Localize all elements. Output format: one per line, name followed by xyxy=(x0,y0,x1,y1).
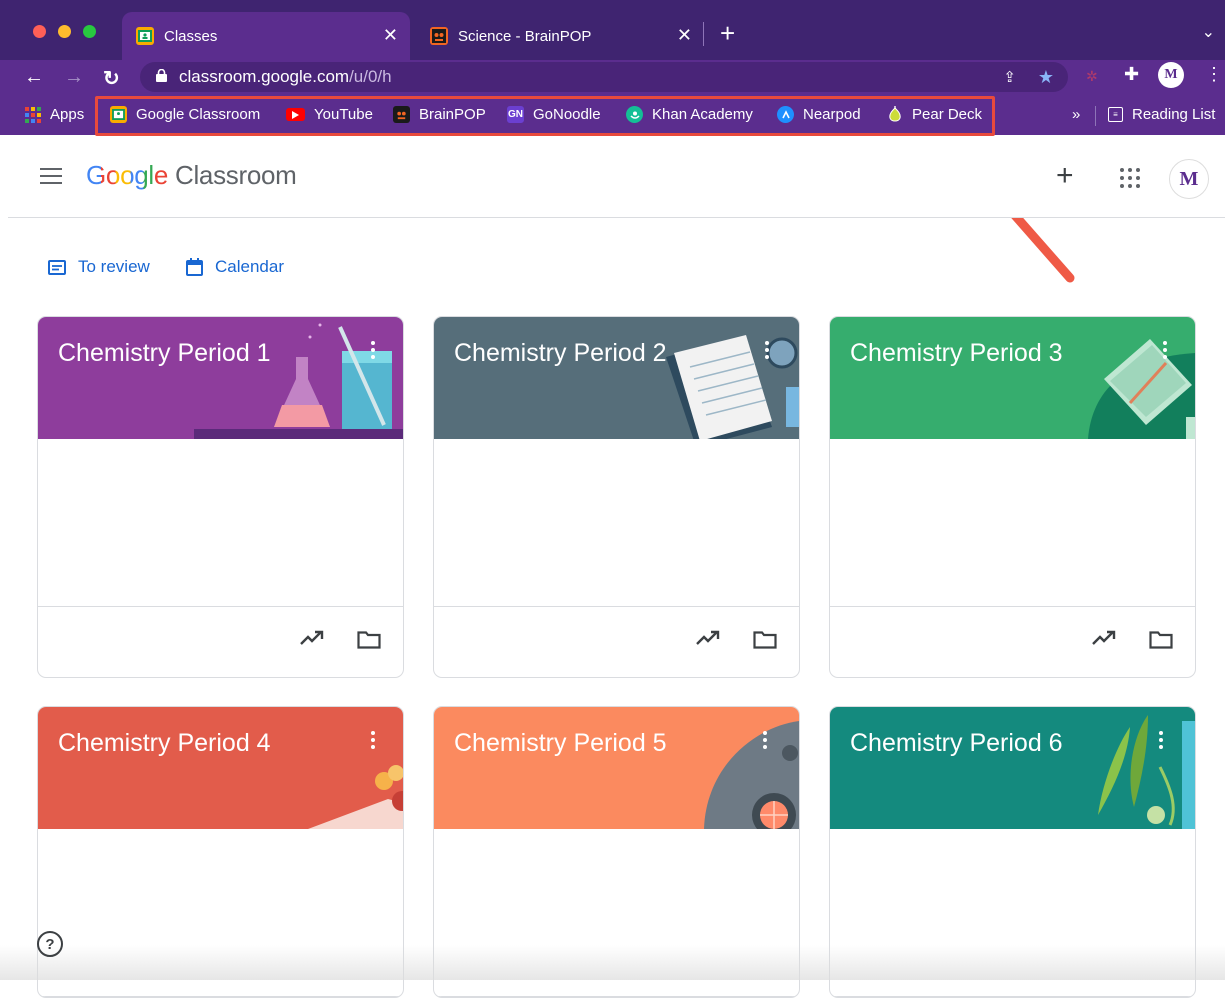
class-options-icon[interactable] xyxy=(1159,731,1163,752)
main-menu-icon[interactable] xyxy=(40,168,62,189)
puzzle-extensions-icon[interactable]: ✚ xyxy=(1124,64,1139,85)
class-card[interactable]: Chemistry Period 1 xyxy=(37,316,404,678)
calendar-icon xyxy=(186,258,203,276)
address-bar[interactable]: classroom.google.com/u/0/h ⇪ ★ xyxy=(140,62,1068,92)
bookmark-label: Apps xyxy=(50,106,85,123)
kitchen-illustration xyxy=(704,721,799,829)
apps-grid-icon xyxy=(24,106,41,123)
new-tab-button[interactable]: + xyxy=(720,18,735,48)
tab-label: Classes xyxy=(164,27,218,45)
class-card[interactable]: Chemistry Period 3 xyxy=(829,316,1196,678)
avatar[interactable]: M xyxy=(1169,159,1209,199)
lock-icon xyxy=(156,68,167,85)
google-classroom-logo[interactable]: Google Classroom xyxy=(86,160,297,191)
class-card-header[interactable]: Chemistry Period 6 xyxy=(830,707,1195,829)
tab-search-icon[interactable]: ⌄ xyxy=(1202,22,1215,42)
avatar-letter: M xyxy=(1179,167,1199,190)
class-title[interactable]: Chemistry Period 5 xyxy=(454,729,667,758)
tab-label: Science - BrainPOP xyxy=(458,27,592,45)
bookmarks-overflow-button[interactable]: » xyxy=(1072,106,1080,123)
minimize-window-button[interactable] xyxy=(58,25,71,38)
notebook-illustration xyxy=(666,335,799,439)
class-card-body xyxy=(434,439,799,607)
class-options-icon[interactable] xyxy=(763,731,767,752)
bookmark-divider xyxy=(1095,106,1096,126)
class-card-header[interactable]: Chemistry Period 2 xyxy=(434,317,799,439)
create-class-button[interactable]: + xyxy=(1056,159,1074,193)
calendar-label: Calendar xyxy=(215,257,284,276)
bookmark-apps[interactable]: Apps xyxy=(24,106,84,123)
class-title[interactable]: Chemistry Period 4 xyxy=(58,729,271,758)
menu-kebab-icon[interactable]: ⋮ xyxy=(1205,64,1223,85)
google-apps-icon[interactable] xyxy=(1120,168,1140,188)
help-icon[interactable]: ? xyxy=(37,931,63,957)
bookmark-star-icon[interactable]: ★ xyxy=(1038,67,1054,88)
logo-product: Classroom xyxy=(174,160,297,190)
extension-icon[interactable]: ✲ xyxy=(1086,68,1098,85)
class-card-body xyxy=(38,439,403,607)
reading-list-button[interactable]: ≡ Reading List xyxy=(1108,106,1215,123)
app-header: Google Classroom + M xyxy=(8,137,1225,218)
tab-close-icon[interactable]: ✕ xyxy=(677,25,692,46)
forward-icon[interactable]: → xyxy=(64,66,84,89)
brainpop-icon xyxy=(430,27,448,45)
zoom-window-button[interactable] xyxy=(83,25,96,38)
bottom-fade xyxy=(0,945,1225,980)
reading-list-icon: ≡ xyxy=(1108,107,1123,122)
class-options-icon[interactable] xyxy=(371,341,375,362)
class-card-footer xyxy=(38,607,403,677)
share-icon[interactable]: ⇪ xyxy=(1003,68,1016,86)
folder-icon[interactable] xyxy=(753,631,777,649)
class-card-header[interactable]: Chemistry Period 4 xyxy=(38,707,403,829)
book-illustration xyxy=(1088,339,1195,439)
close-window-button[interactable] xyxy=(33,25,46,38)
class-title[interactable]: Chemistry Period 1 xyxy=(58,339,271,368)
class-title[interactable]: Chemistry Period 3 xyxy=(850,339,1063,368)
to-review-link[interactable]: To review xyxy=(48,257,150,277)
tab-divider xyxy=(703,22,704,46)
url-path: /u/0/h xyxy=(349,67,392,86)
reading-list-label: Reading List xyxy=(1132,106,1216,123)
class-options-icon[interactable] xyxy=(371,731,375,752)
bookmarks-highlight-box xyxy=(95,96,995,136)
tab-science-brainpop[interactable]: Science - BrainPOP ✕ xyxy=(416,12,706,60)
class-card-footer xyxy=(434,607,799,677)
trending-up-icon[interactable] xyxy=(1091,629,1117,647)
tab-close-icon[interactable]: ✕ xyxy=(383,25,398,46)
to-review-icon xyxy=(48,259,66,275)
url-host: classroom.google.com xyxy=(179,67,350,86)
class-card[interactable]: Chemistry Period 2 xyxy=(433,316,800,678)
to-review-label: To review xyxy=(78,257,150,276)
folder-icon[interactable] xyxy=(357,631,381,649)
class-card-header[interactable]: Chemistry Period 3 xyxy=(830,317,1195,439)
class-card-footer xyxy=(830,607,1195,677)
class-title[interactable]: Chemistry Period 2 xyxy=(454,339,667,368)
plant-illustration xyxy=(1098,715,1195,829)
trending-up-icon[interactable] xyxy=(695,629,721,647)
google-classroom-icon xyxy=(136,27,154,45)
trending-up-icon[interactable] xyxy=(299,629,325,647)
profile-icon[interactable]: M xyxy=(1158,62,1184,88)
class-options-icon[interactable] xyxy=(765,341,769,362)
class-options-icon[interactable] xyxy=(1163,341,1167,362)
class-card-body xyxy=(830,439,1195,607)
class-card-header[interactable]: Chemistry Period 5 xyxy=(434,707,799,829)
class-title[interactable]: Chemistry Period 6 xyxy=(850,729,1063,758)
logo-google: Google xyxy=(86,160,169,190)
coins-illustration xyxy=(308,765,403,829)
class-card-header[interactable]: Chemistry Period 1 xyxy=(38,317,403,439)
calendar-link[interactable]: Calendar xyxy=(186,257,284,277)
reload-icon[interactable]: ↻ xyxy=(103,66,120,91)
folder-icon[interactable] xyxy=(1149,631,1173,649)
back-icon[interactable]: ← xyxy=(24,66,44,89)
tab-classes[interactable]: Classes ✕ xyxy=(122,12,410,60)
lab-flask-illustration xyxy=(194,323,403,439)
